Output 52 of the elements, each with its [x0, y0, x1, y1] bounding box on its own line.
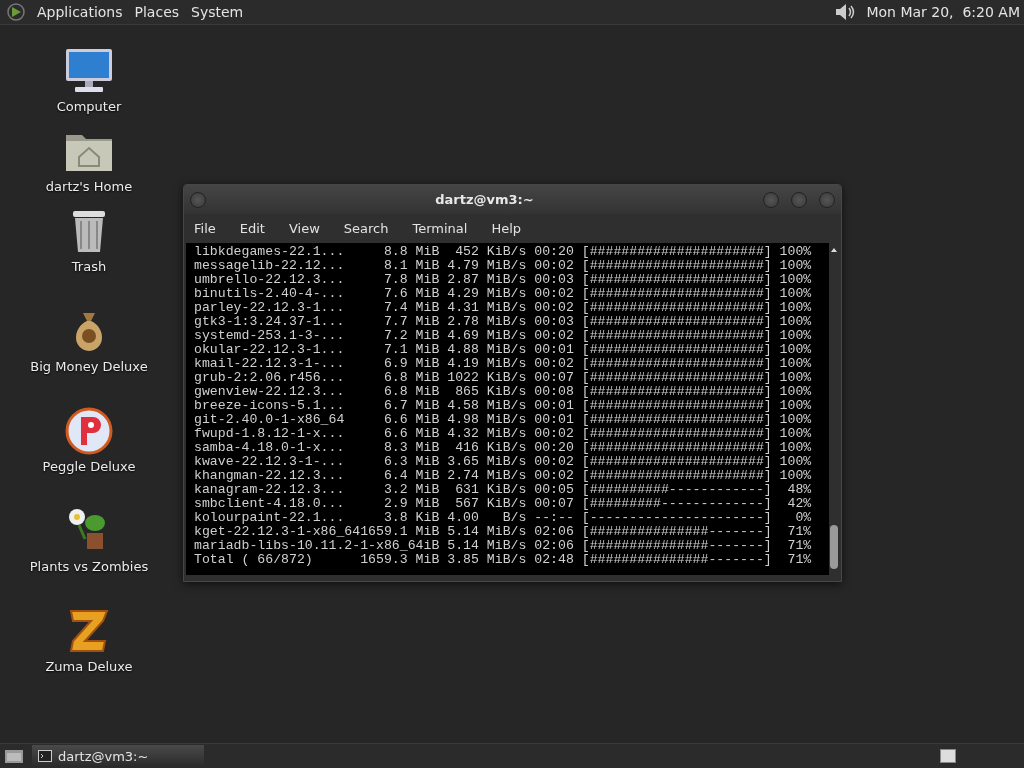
panel-menu[interactable]: System — [190, 4, 245, 20]
terminal-line: mariadb-libs-10.11.2-1-x86_64iB 5.14 MiB/s 02:06 [###############-------] 71% — [194, 539, 813, 553]
desktop-icon-label[interactable]: Zuma Deluxe — [45, 659, 133, 674]
terminal-line: umbrello-22.12.3... 7.8 MiB 2.87 MiB/s 00:03 [######################] 100% — [194, 273, 813, 287]
ball-icon — [63, 405, 115, 457]
terminal-line: okular-22.12.3-1... 7.1 MiB 4.88 MiB/s 00:01 [######################] 100% — [194, 343, 813, 357]
desktop-icon-label[interactable]: Computer — [56, 99, 122, 114]
terminal-line: kmail-22.12.3-1-... 6.9 MiB 4.19 MiB/s 00:02 [######################] 100% — [194, 357, 813, 371]
show-desktop-icon[interactable] — [4, 747, 24, 765]
terminal-line: gwenview-22.12.3... 6.8 MiB 865 KiB/s 00:08 [######################] 100% — [194, 385, 813, 399]
terminal-line: libkdegames-22.1... 8.8 MiB 452 KiB/s 00:20 [######################] 100% — [194, 245, 813, 259]
terminal-line: kanagram-22.12.3... 3.2 MiB 631 KiB/s 00:05 [##########------------] 48% — [194, 483, 813, 497]
menu-item[interactable]: View — [288, 221, 320, 236]
desktop-icon-label[interactable]: Plants vs Zombies — [29, 559, 149, 574]
menu-item[interactable]: Help — [491, 221, 522, 236]
terminal-line: binutils-2.40-4-... 7.6 MiB 4.29 MiB/s 00:02 [######################] 100% — [194, 287, 813, 301]
terminal-line: parley-22.12.3-1... 7.4 MiB 4.31 MiB/s 00:02 [######################] 100% — [194, 301, 813, 315]
minimize-button[interactable] — [763, 191, 779, 208]
terminal-icon — [38, 750, 52, 762]
terminal-line: messagelib-22.12... 8.1 MiB 4.79 MiB/s 00:02 [######################] 100% — [194, 259, 813, 273]
terminal-line: khangman-22.12.3... 6.4 MiB 2.74 MiB/s 00:02 [######################] 100% — [194, 469, 813, 483]
terminal-line: breeze-icons-5.1... 6.7 MiB 4.58 MiB/s 00:01 [######################] 100% — [194, 399, 813, 413]
speaker-icon[interactable] — [834, 2, 857, 22]
menu-item[interactable]: File — [194, 221, 216, 236]
desktop-icon-label[interactable]: Big Money Deluxe — [30, 359, 148, 374]
window-menu-button[interactable] — [190, 191, 206, 208]
terminal-line: kget-22.12.3-1-x86_641659.1 MiB 5.14 MiB/s 02:06 [###############-------] 71% — [194, 525, 813, 539]
terminal-line: smbclient-4.18.0... 2.9 MiB 567 KiB/s 00:07 [#########-------------] 42% — [194, 497, 813, 511]
desktop-icon-label[interactable]: Trash — [71, 259, 107, 274]
menu-item[interactable]: Edit — [239, 221, 265, 236]
menu-item[interactable]: Search — [343, 221, 389, 236]
terminal-line: kwave-22.12.3-1-... 6.3 MiB 3.65 MiB/s 00:02 [######################] 100% — [194, 455, 813, 469]
terminal-line: kolourpaint-22.1... 3.8 KiB 4.00 B/s --:-- [----------------------] 0% — [194, 511, 813, 525]
panel-menu[interactable]: Applications — [36, 4, 124, 20]
desktop-icon-label[interactable]: Peggle Deluxe — [42, 459, 136, 474]
maximize-button[interactable] — [791, 191, 807, 208]
terminal-line: Total ( 66/872) 1659.3 MiB 3.85 MiB/s 02:48 [###############-------] 71% — [194, 553, 813, 567]
workspace-icon[interactable] — [940, 749, 956, 763]
terminal-line: gtk3-1:3.24.37-1... 7.7 MiB 2.78 MiB/s 00:03 [######################] 100% — [194, 315, 813, 329]
desktop-icon-label[interactable]: dartz's Home — [45, 179, 133, 194]
close-button[interactable] — [819, 191, 835, 208]
logo-icon[interactable] — [6, 2, 26, 22]
terminal-line: fwupd-1.8.12-1-x... 6.6 MiB 4.32 MiB/s 00:02 [######################] 100% — [194, 427, 813, 441]
menu-item[interactable]: Terminal — [412, 221, 468, 236]
terminal-line: grub-2:2.06.r456... 6.8 MiB 1022 KiB/s 00:07 [######################] 100% — [194, 371, 813, 385]
clock[interactable]: Mon Mar 20, 6:20 AM — [866, 4, 1020, 20]
terminal-line: git-2.40.0-1-x86_64 6.6 MiB 4.98 MiB/s 00:01 [######################] 100% — [194, 413, 813, 427]
window-title: dartz@vm3:~ — [434, 192, 535, 207]
terminal-line: samba-4.18.0-1-x... 8.3 MiB 416 KiB/s 00:20 [######################] 100% — [194, 441, 813, 455]
terminal-line: systemd-253.1-3-... 7.2 MiB 4.69 MiB/s 00:02 [######################] 100% — [194, 329, 813, 343]
taskbar-button[interactable]: dartz@vm3:~ — [32, 745, 204, 767]
panel-menu[interactable]: Places — [133, 4, 181, 20]
